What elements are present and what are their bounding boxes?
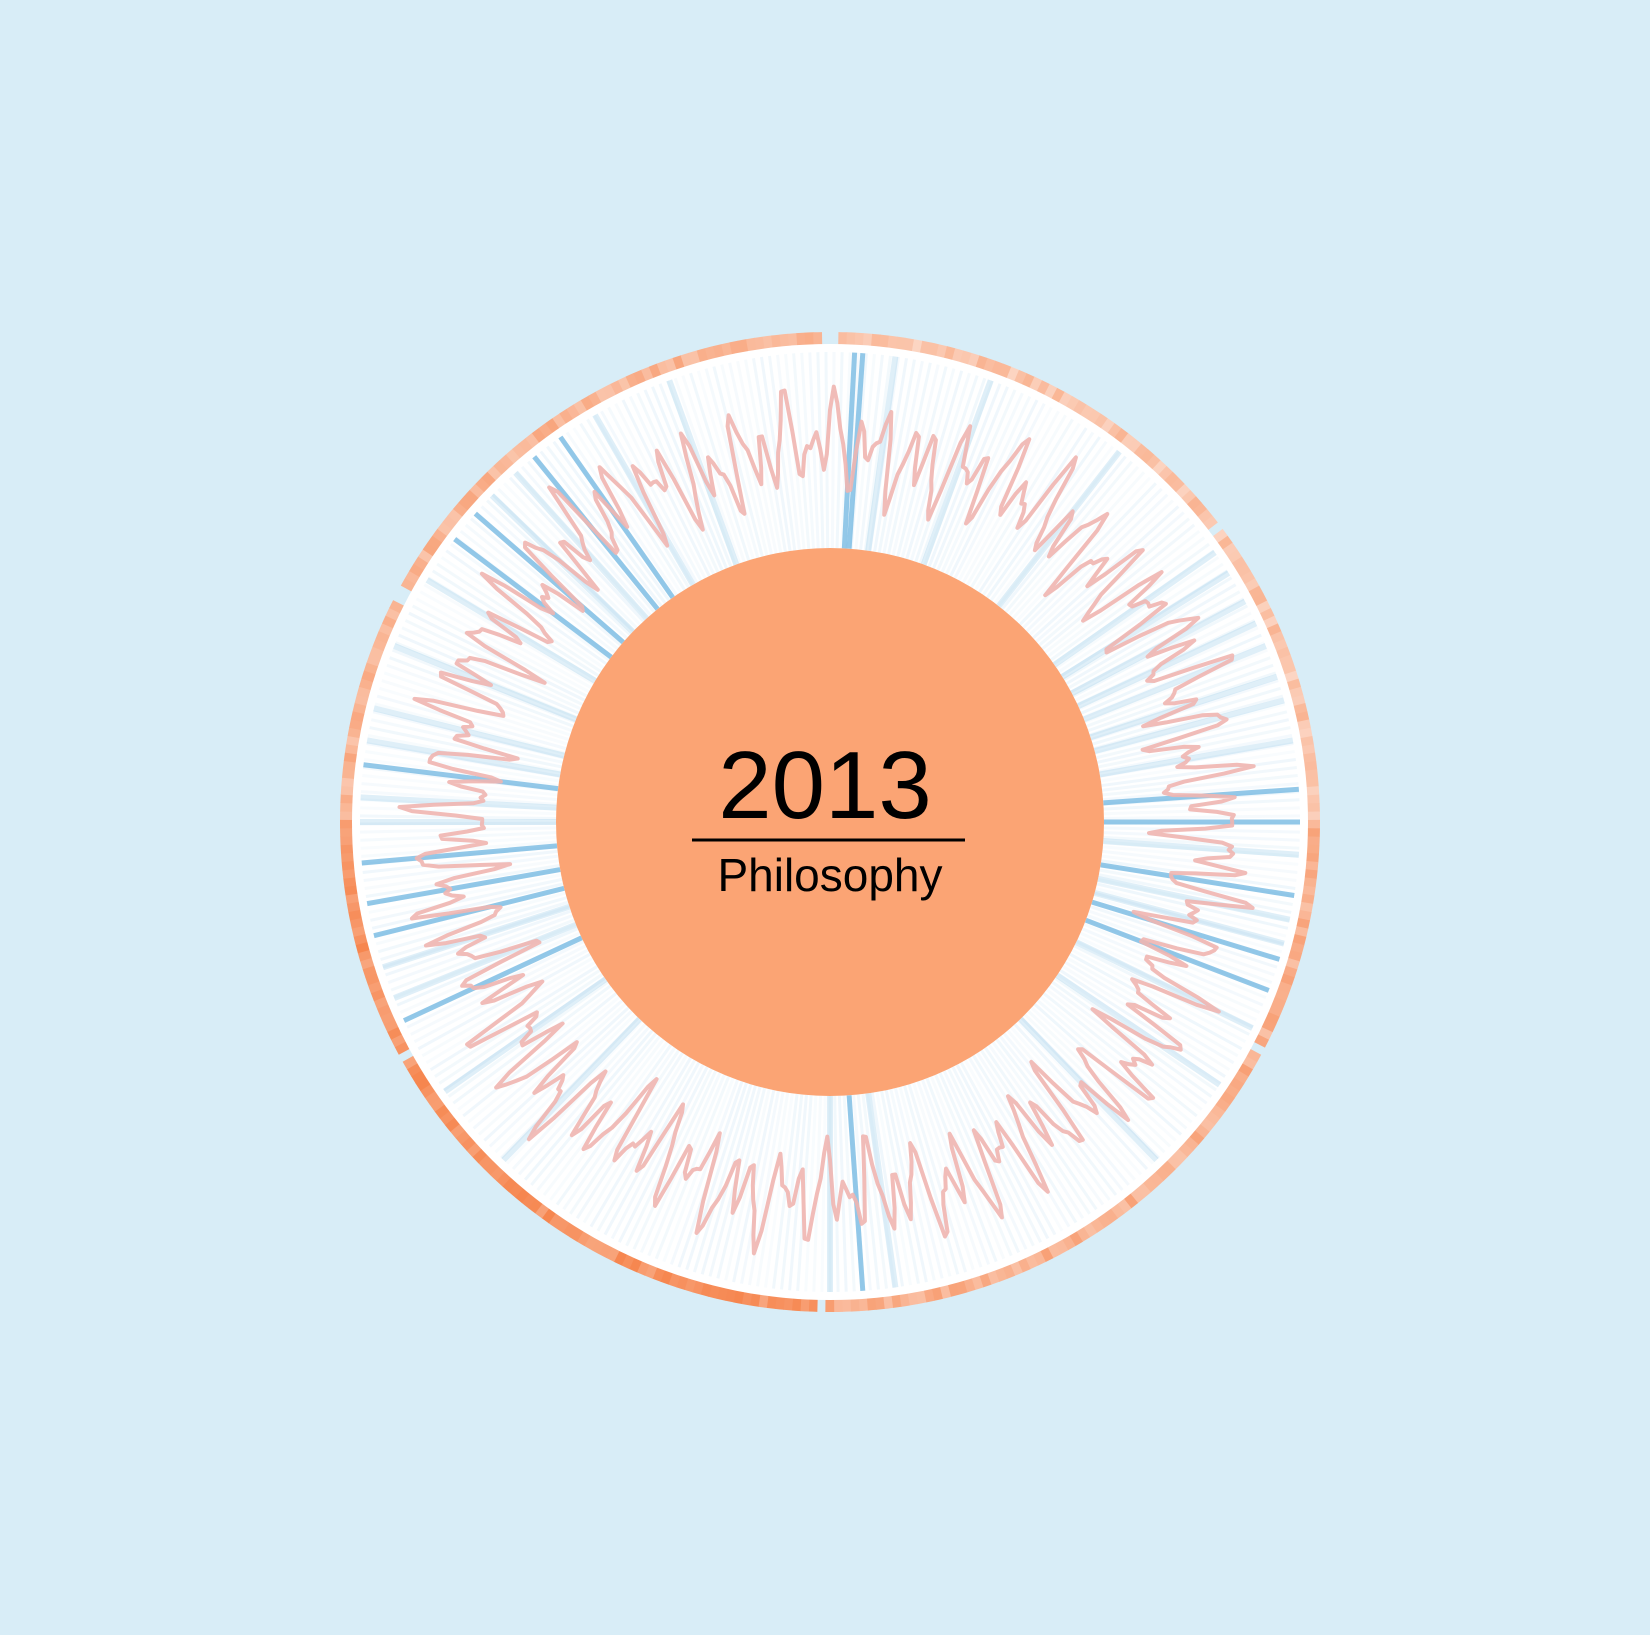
subject-label: Philosophy [717,849,942,901]
radial-chart: 2013 Philosophy [0,0,1650,1630]
year-label: 2013 [718,732,932,839]
faint-ray [830,352,836,549]
chart-stage: 2013 Philosophy [0,0,1650,1630]
